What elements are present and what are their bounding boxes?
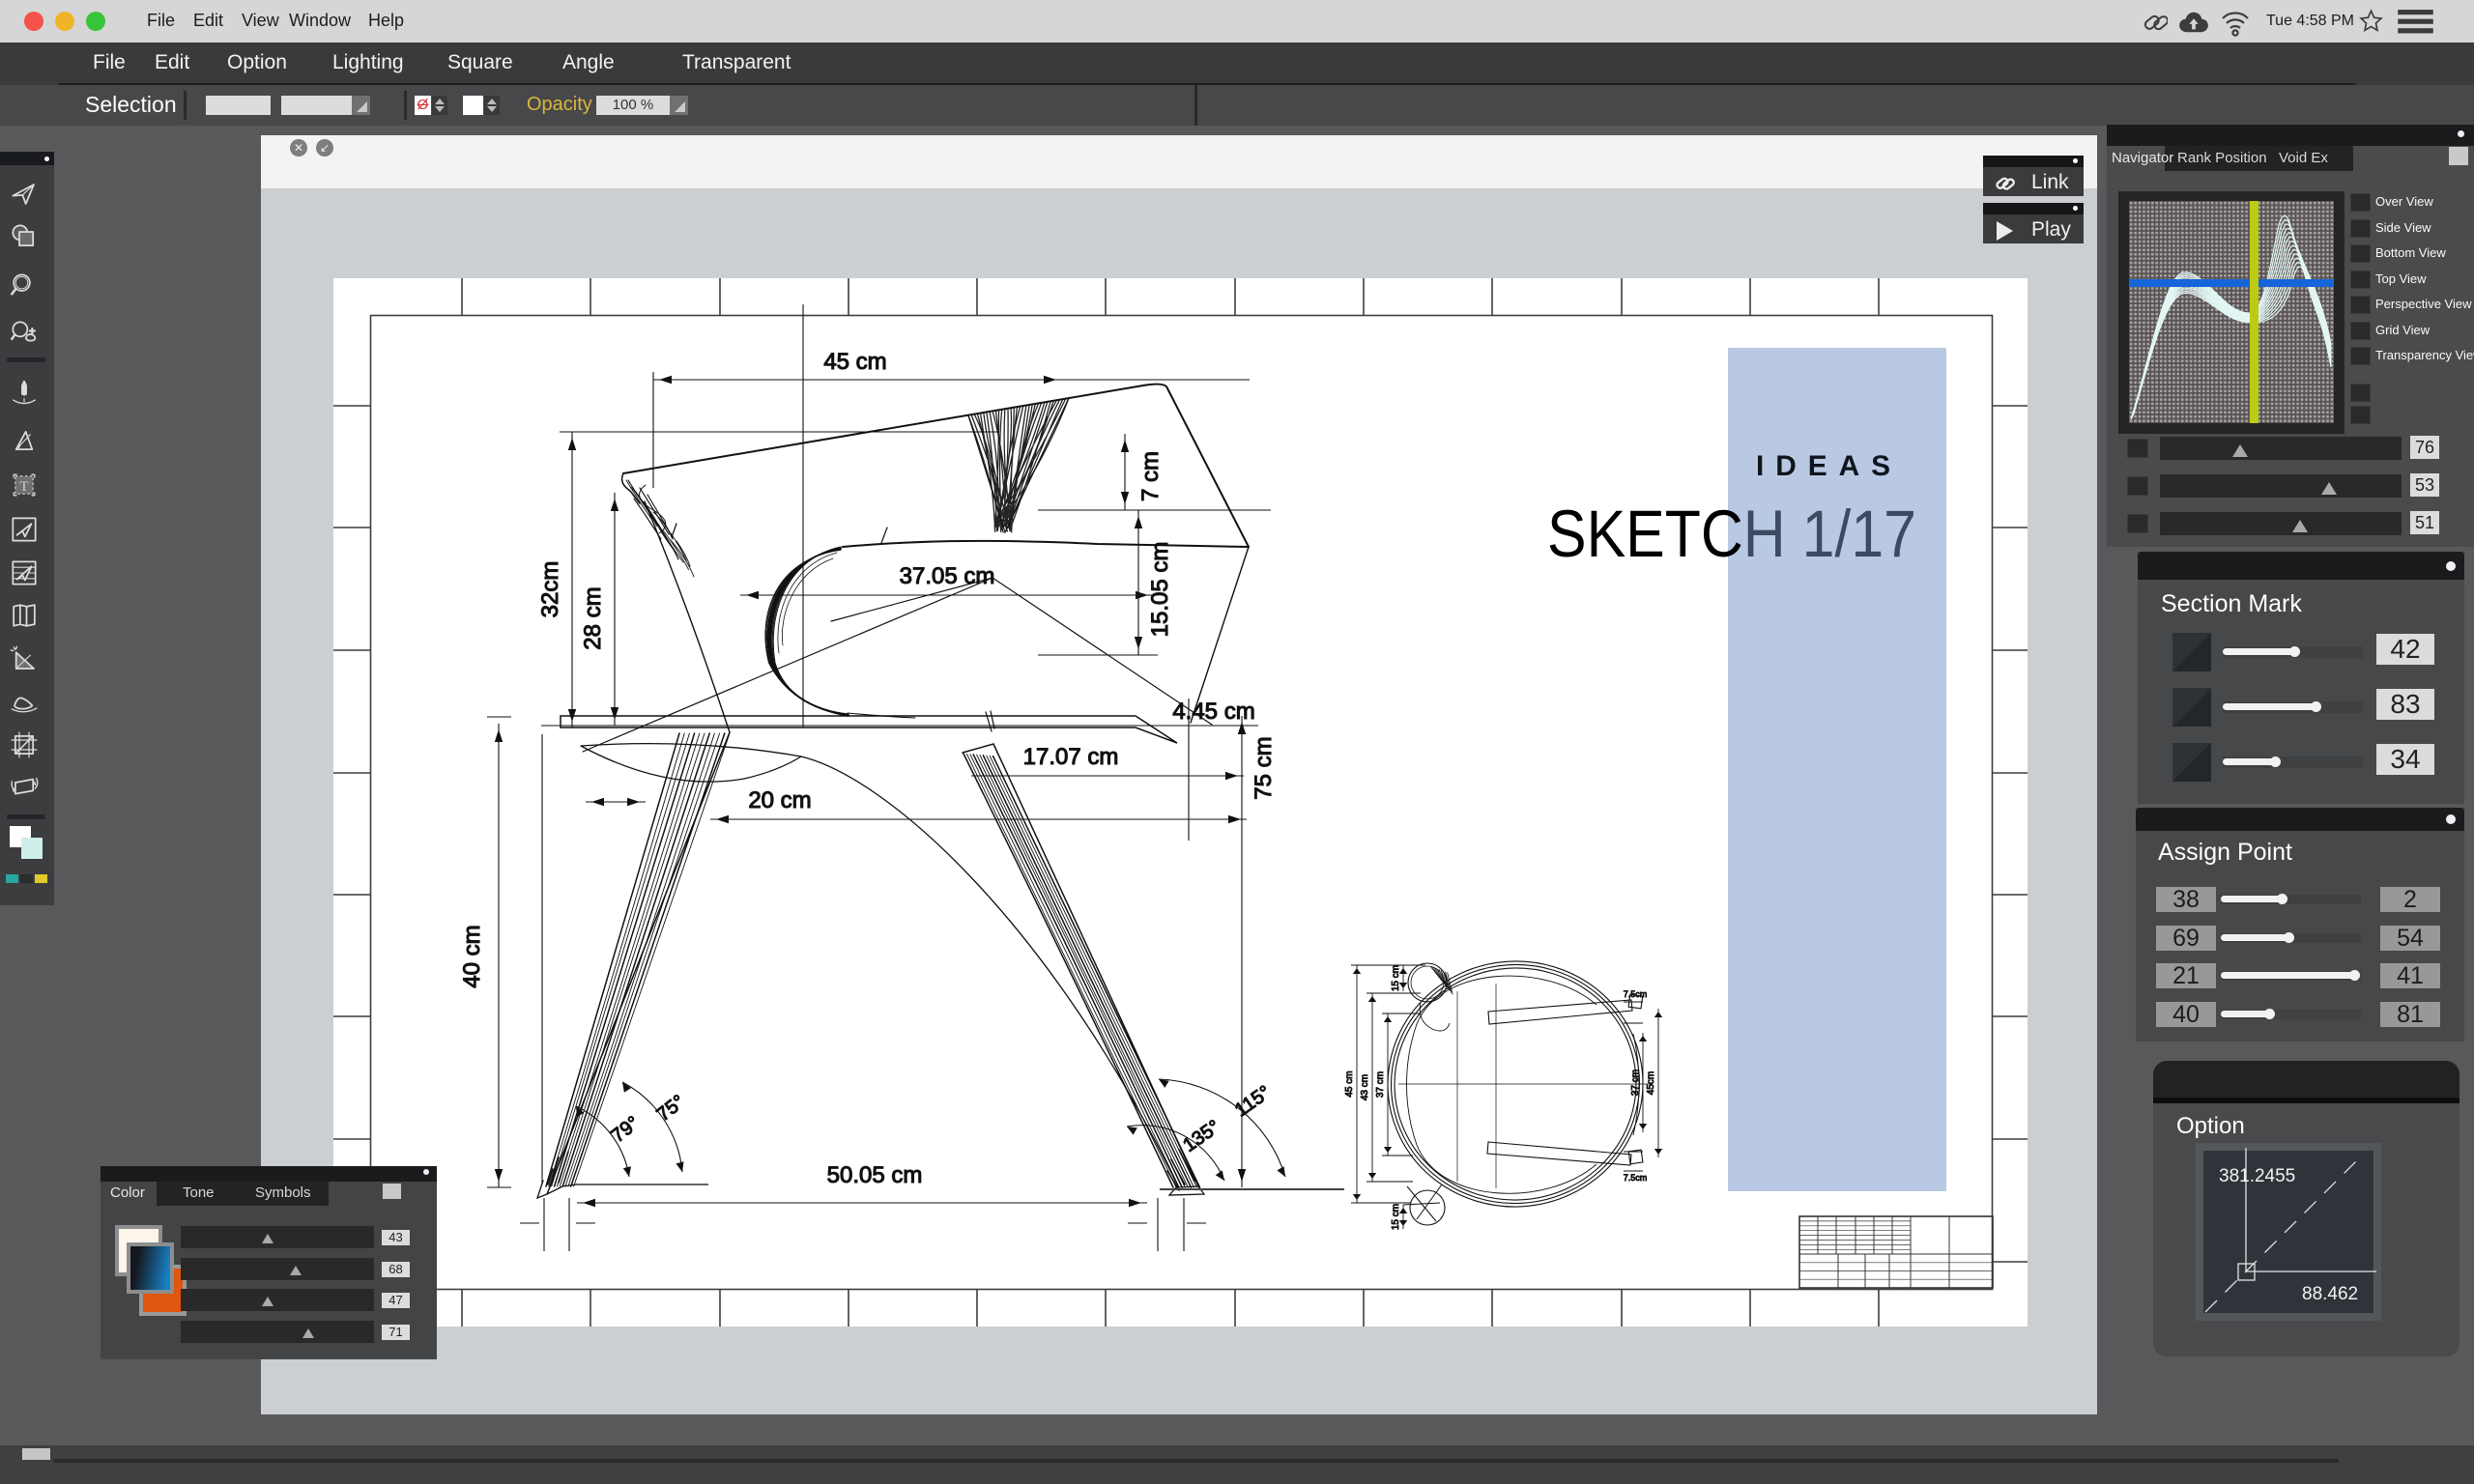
svg-text:4.45 cm: 4.45 cm	[1172, 699, 1254, 725]
svg-text:37.05 cm: 37.05 cm	[900, 563, 995, 589]
svg-text:7 cm: 7 cm	[1137, 451, 1164, 501]
svg-text:28 cm: 28 cm	[580, 586, 606, 649]
svg-text:115°: 115°	[1231, 1082, 1275, 1122]
svg-text:37 cm: 37 cm	[1630, 1070, 1641, 1096]
svg-text:135°: 135°	[1179, 1116, 1224, 1156]
svg-text:15 cm: 15 cm	[1391, 965, 1401, 991]
svg-text:40 cm: 40 cm	[459, 925, 485, 987]
svg-text:32cm: 32cm	[537, 561, 563, 618]
svg-text:45cm: 45cm	[1646, 1071, 1656, 1095]
svg-text:IDEAS: IDEAS	[1756, 450, 1902, 482]
svg-text:7.5cm: 7.5cm	[1624, 989, 1648, 999]
svg-text:15.05 cm: 15.05 cm	[1147, 542, 1173, 638]
svg-text:SKETCH 1/17: SKETCH 1/17	[1547, 497, 1916, 571]
svg-text:37 cm: 37 cm	[1375, 1071, 1386, 1098]
svg-text:T: T	[19, 479, 28, 495]
svg-text:15 cm: 15 cm	[1391, 1204, 1401, 1230]
svg-text:50.05 cm: 50.05 cm	[827, 1162, 923, 1188]
svg-text:45 cm: 45 cm	[823, 349, 886, 375]
svg-text:75°: 75°	[653, 1091, 689, 1126]
svg-text:79°: 79°	[608, 1112, 644, 1147]
svg-text:381.2455: 381.2455	[2219, 1166, 2295, 1186]
svg-text:75 cm: 75 cm	[1251, 736, 1277, 799]
svg-text:7.5cm: 7.5cm	[1624, 1173, 1648, 1183]
svg-text:45 cm: 45 cm	[1344, 1070, 1355, 1097]
svg-text:20 cm: 20 cm	[748, 787, 811, 813]
svg-text:17.07 cm: 17.07 cm	[1023, 744, 1119, 770]
svg-text:43 cm: 43 cm	[1360, 1074, 1370, 1100]
svg-text:88.462: 88.462	[2302, 1284, 2358, 1304]
